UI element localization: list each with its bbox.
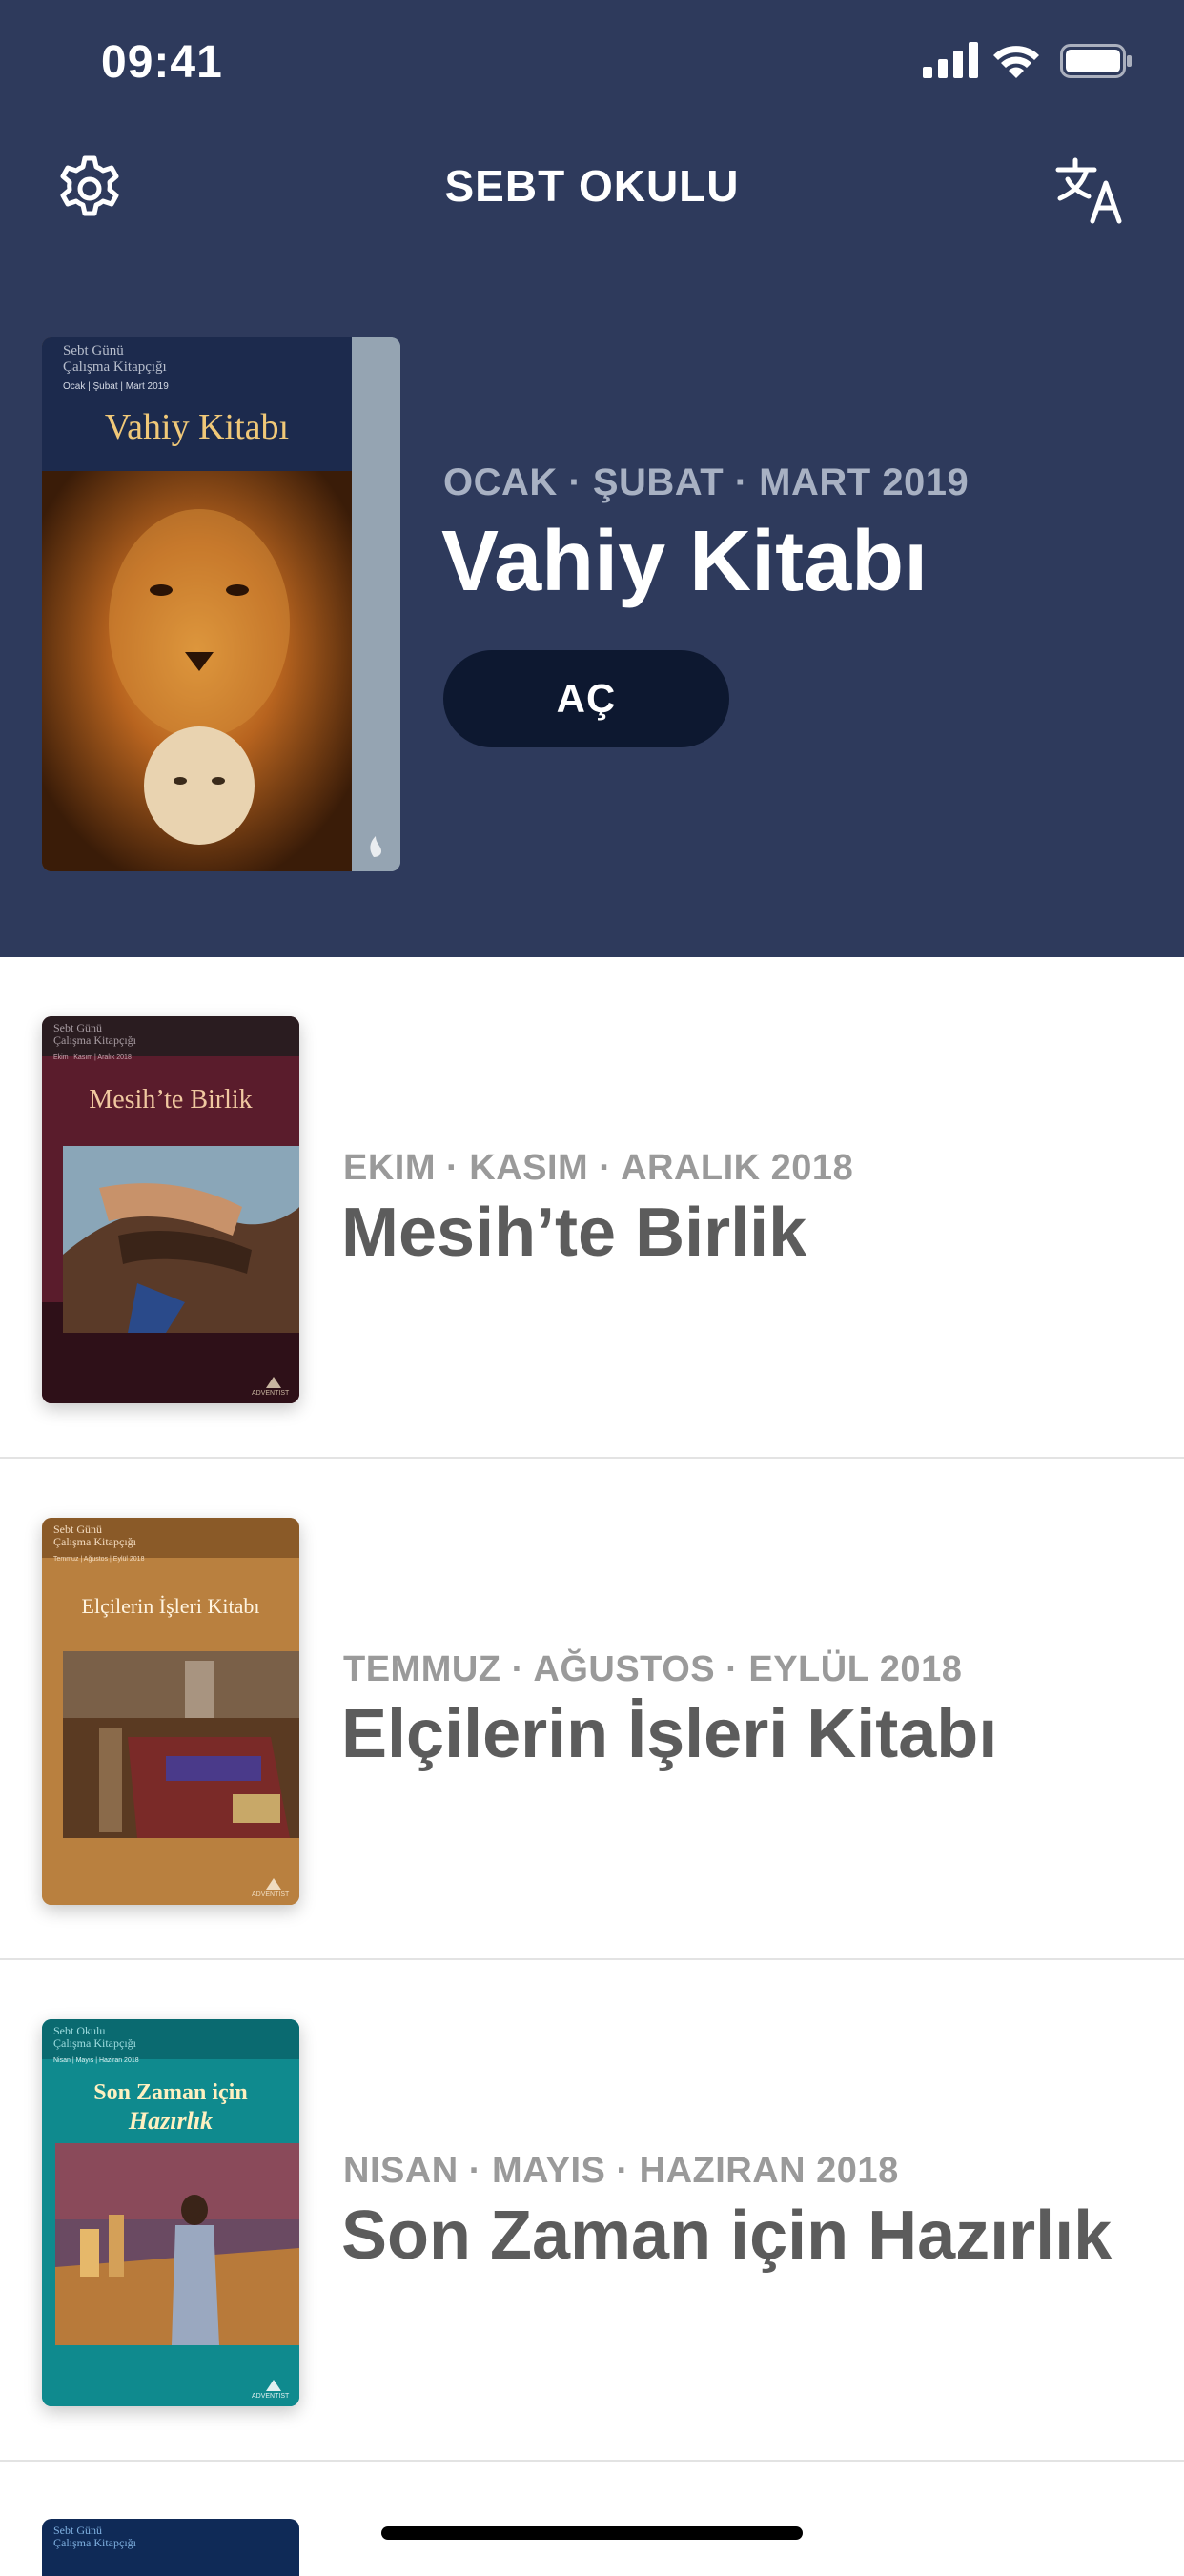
item-period: EKIM · KASIM · ARALIK 2018 [343,1148,854,1188]
divider [0,2460,1184,2462]
status-time: 09:41 [101,37,223,88]
cover-title: Vahiy Kitabı [104,407,290,447]
cover-series: Sebt Günü Çalışma Kitapçığı [63,343,167,375]
cover-series: Sebt Günü Çalışma Kitapçığı [53,1021,136,1047]
item-title: Elçilerin İşleri Kitabı [341,1696,998,1772]
hero-period: OCAK · ŞUBAT · MART 2019 [443,461,970,503]
item-cover-image: Sebt Günü Çalışma Kitapçığı Ekim | Kasım… [42,1016,299,1403]
cover-dates: Temmuz | Ağustos | Eylül 2018 [53,1556,145,1563]
cover-series: Sebt Günü Çalışma Kitapçığı [53,1523,136,1548]
list-item[interactable]: Sebt Günü Çalışma Kitapçığı Temmuz | Ağu… [0,1459,1184,1960]
cover-title-line2: Hazırlık [128,2107,214,2135]
app-title: SEBT OKULU [444,161,740,211]
home-indicator[interactable] [381,2526,803,2540]
item-cover-image[interactable]: Sebt Günü Çalışma Kitapçığı [42,2519,299,2576]
cover-dates: Ocak | Şubat | Mart 2019 [63,381,169,392]
cover-series: Sebt Günü Çalışma Kitapçığı [53,2524,136,2549]
item-title: Son Zaman için Hazırlık [341,2198,1113,2274]
cover-art [42,2019,299,2406]
hero-section: 09:41 SEBT OKULU Sebt Günü Çalışma Kitap… [0,0,1184,957]
item-cover-image: Sebt Okulu Çalışma Kitapçığı Nisan | May… [42,2019,299,2406]
battery-icon [1060,44,1132,78]
cover-publisher: ADVENTIST [252,1891,290,1898]
cover-series: Sebt Okulu Çalışma Kitapçığı [53,2024,136,2050]
cover-art [42,1518,299,1905]
item-title: Mesih’te Birlik [341,1195,807,1271]
list-item[interactable]: Sebt Okulu Çalışma Kitapçığı Nisan | May… [0,1960,1184,2462]
item-cover-image: Sebt Günü Çalışma Kitapçığı Temmuz | Ağu… [42,1518,299,1905]
language-button[interactable] [1054,153,1127,225]
cover-dates: Ekim | Kasım | Aralık 2018 [53,1054,132,1061]
cellular-signal-icon [923,42,978,78]
wifi-icon [993,46,1039,78]
hero-cover-image[interactable]: Sebt Günü Çalışma Kitapçığı Ocak | Şubat… [42,337,400,871]
list-item[interactable]: Sebt Günü Çalışma Kitapçığı Ekim | Kasım… [0,957,1184,1459]
cover-title: Elçilerin İşleri Kitabı [81,1594,260,1618]
cover-title: Mesih’te Birlik [89,1085,253,1114]
cover-art [42,1016,299,1403]
item-period: NISAN · MAYIS · HAZIRAN 2018 [343,2151,899,2191]
cover-publisher: ADVENTIST [252,2393,290,2400]
translate-icon [1055,157,1122,224]
cover-title-line1: Son Zaman için [93,2080,248,2105]
cover-publisher: ADVENTIST [252,1390,290,1397]
cover-dates: Nisan | Mayıs | Haziran 2018 [53,2057,139,2064]
open-button[interactable]: AÇ [443,650,729,747]
status-icons [923,42,1133,80]
item-period: TEMMUZ · AĞUSTOS · EYLÜL 2018 [343,1649,963,1689]
hero-title: Vahiy Kitabı [441,514,929,609]
